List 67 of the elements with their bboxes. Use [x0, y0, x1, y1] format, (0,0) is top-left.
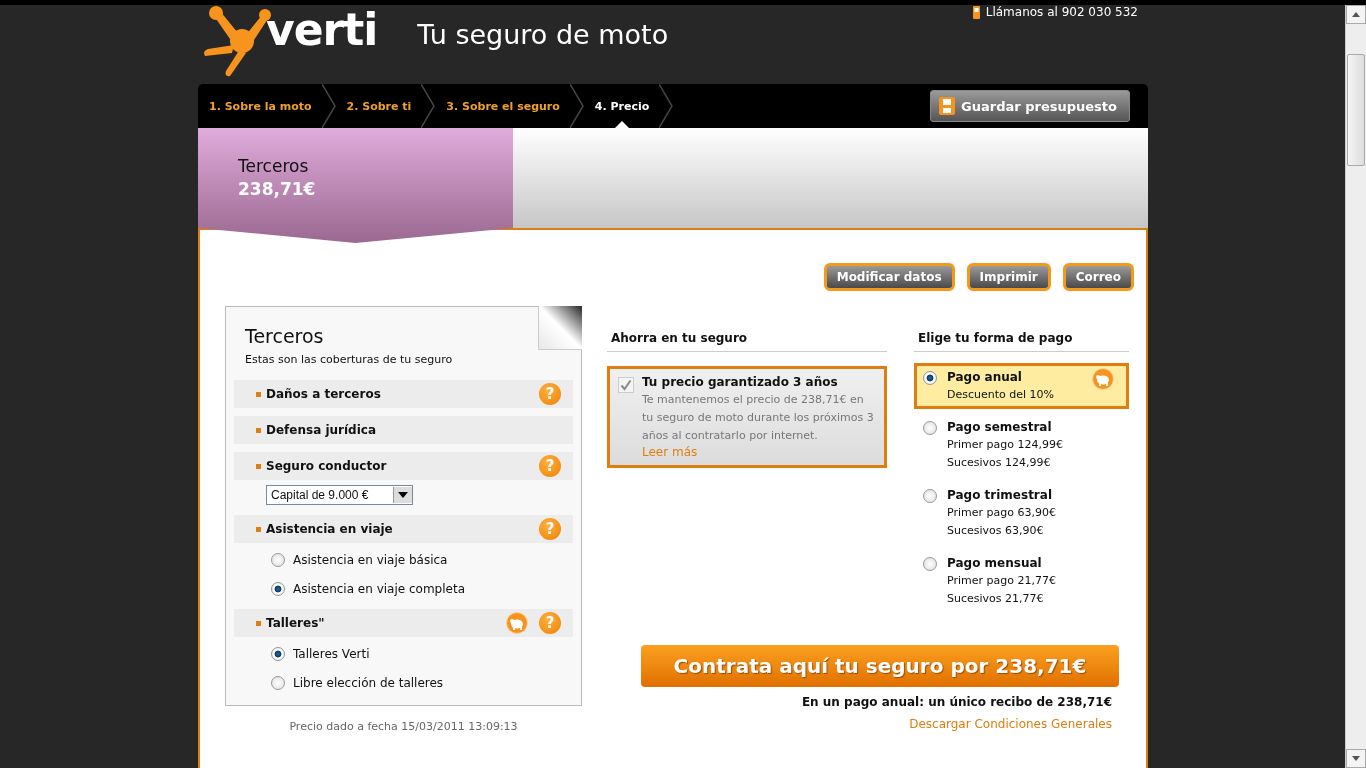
chevron-icon — [321, 84, 336, 128]
radio-button[interactable] — [271, 553, 285, 567]
chevron-icon — [569, 84, 584, 128]
option-label: Asistencia en viaje básica — [293, 553, 448, 567]
chevron-icon — [659, 84, 674, 128]
coverage-label: Seguro conductor — [266, 459, 388, 473]
coverage-label: Daños a terceros — [266, 387, 382, 401]
payment-note: En un pago anual: un único recibo de 238,71€ — [801, 695, 1112, 709]
contract-button[interactable]: Contrata aquí tu seguro por 238,71€ — [641, 645, 1119, 687]
chevron-icon — [421, 84, 436, 128]
coverage-label: Defensa jurídica — [266, 423, 378, 437]
checkbox[interactable] — [618, 377, 634, 393]
floppy-icon — [939, 97, 956, 115]
offer-text: Te mantenemos el precio de 238,71€ en tu seguro de moto durante los próximos 3 años al contratarlo por internet. — [642, 392, 875, 444]
radio-button[interactable] — [923, 421, 937, 435]
payment-detail: Primer pago 63,90€ — [947, 505, 1057, 521]
bullet-icon — [256, 391, 261, 397]
save-quote-button[interactable]: Guardar presupuesto — [930, 90, 1130, 122]
coverage-label: Talleres" — [266, 616, 326, 630]
radio-button[interactable] — [271, 582, 285, 596]
product-name: Terceros — [238, 156, 310, 176]
radio-button[interactable] — [271, 647, 285, 661]
phone-number: Llámanos al 902 030 532 — [985, 5, 1138, 19]
offer-title: Tu precio garantizado 3 años — [642, 375, 839, 389]
step-tab[interactable]: 2. Sobre ti — [335, 84, 422, 128]
step-tab[interactable]: 3. Sobre el seguro — [435, 84, 570, 128]
quote-date: Precio dado a fecha 15/03/2011 13:09:13 — [289, 720, 518, 733]
payment-detail: Descuento del 10% — [947, 387, 1056, 403]
card-subtitle: Estas son las coberturas de tu seguro — [245, 353, 454, 366]
section-heading: Ahorra en tu seguro — [607, 331, 887, 352]
bullet-icon — [256, 620, 261, 626]
payment-detail: Sucesivos 63,90€ — [947, 523, 1045, 539]
payment-detail: Sucesivos 21,77€ — [947, 591, 1045, 607]
payment-title: Pago mensual — [947, 555, 1043, 572]
radio-button[interactable] — [923, 489, 937, 503]
page-title: Tu seguro de moto — [417, 19, 669, 50]
step-tab[interactable]: 1. Sobre la moto — [198, 84, 322, 128]
payment-detail: Primer pago 21,77€ — [947, 573, 1057, 589]
radio-button[interactable] — [271, 676, 285, 690]
section-heading: Elige tu forma de pago — [914, 331, 1129, 352]
logo-text[interactable]: verti — [266, 5, 378, 55]
payment-title: Pago semestral — [947, 419, 1053, 436]
folded-corner — [538, 306, 582, 350]
payment-detail: Sucesivos 124,99€ — [947, 455, 1052, 471]
payment-detail: Primer pago 124,99€ — [947, 437, 1064, 453]
payment-title: Pago trimestral — [947, 487, 1053, 504]
option-label: Libre elección de talleres — [293, 676, 444, 690]
product-price: 238,71€ — [238, 179, 317, 199]
payment-title: Pago anual — [947, 369, 1023, 386]
bullet-icon — [256, 427, 261, 433]
phone-icon — [972, 5, 980, 19]
card-title: Terceros — [245, 325, 325, 347]
conditions-link[interactable]: Descargar Condiciones Generales — [909, 717, 1112, 731]
scrollbar[interactable] — [1345, 5, 1366, 768]
caret-icon[interactable] — [393, 487, 412, 503]
payment-option[interactable]: Pago anual Descuento del 10% — [914, 363, 1129, 409]
capital-dropdown[interactable]: Capital de 9.000 € — [266, 485, 413, 505]
action-button[interactable]: Modificar datos — [823, 263, 955, 291]
option-label: Asistencia en viaje completa — [293, 582, 465, 596]
radio-button[interactable] — [923, 371, 937, 385]
coverage-label: Asistencia en viaje — [266, 522, 394, 536]
bullet-icon — [256, 526, 261, 532]
radio-button[interactable] — [923, 557, 937, 571]
bullet-icon — [256, 463, 261, 469]
action-button[interactable]: Correo — [1062, 263, 1134, 291]
option-label: Talleres Verti — [293, 647, 370, 661]
action-button[interactable]: Imprimir — [966, 263, 1051, 291]
